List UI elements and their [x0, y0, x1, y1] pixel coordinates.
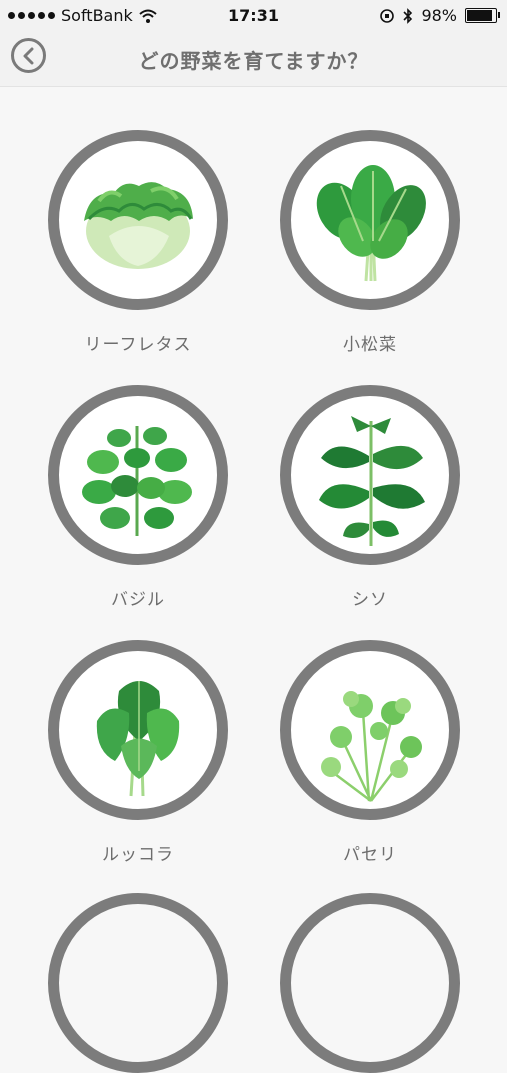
vegetable-label: バジル [111, 590, 165, 610]
parsley-illustration [321, 691, 422, 802]
basil-illustration [82, 426, 192, 536]
vegetable-option-next-row-right[interactable] [280, 893, 460, 1073]
battery-icon [465, 8, 500, 23]
vegetable-image-ring [280, 640, 460, 820]
vegetable-label: リーフレタス [84, 335, 192, 355]
bluetooth-icon [403, 7, 413, 24]
navigation-bar: どの野菜を育てますか？ [0, 32, 507, 87]
vegetable-label: 小松菜 [343, 335, 397, 355]
vegetable-label: パセリ [343, 845, 397, 865]
vegetable-image-ring [48, 130, 228, 310]
vegetable-option-shiso[interactable]: シソ [270, 385, 470, 610]
vegetable-image-ring [48, 385, 228, 565]
vegetable-image-ring [280, 385, 460, 565]
vegetable-image-ring [48, 640, 228, 820]
arugula-illustration [96, 681, 180, 797]
vegetable-option-next-row-left[interactable] [48, 893, 228, 1073]
vegetable-option-komatsuna[interactable]: 小松菜 [270, 130, 470, 355]
vegetable-label: シソ [352, 590, 388, 610]
vegetable-label: ルッコラ [102, 845, 174, 865]
orientation-lock-icon [380, 8, 395, 23]
battery-percent: 98% [421, 6, 457, 25]
leaf-lettuce-illustration [84, 182, 193, 269]
vegetable-option-arugula[interactable]: ルッコラ [38, 640, 238, 865]
vegetable-option-basil[interactable]: バジル [38, 385, 238, 610]
page-title: どの野菜を育てますか？ [138, 49, 369, 73]
vegetable-option-leaf-lettuce[interactable]: リーフレタス [38, 130, 238, 355]
vegetable-option-parsley[interactable]: パセリ [270, 640, 470, 865]
vegetable-image-ring [280, 130, 460, 310]
shiso-illustration [319, 416, 425, 546]
komatsuna-illustration [316, 165, 426, 282]
status-bar: SoftBank 17:31 98% [0, 0, 507, 32]
